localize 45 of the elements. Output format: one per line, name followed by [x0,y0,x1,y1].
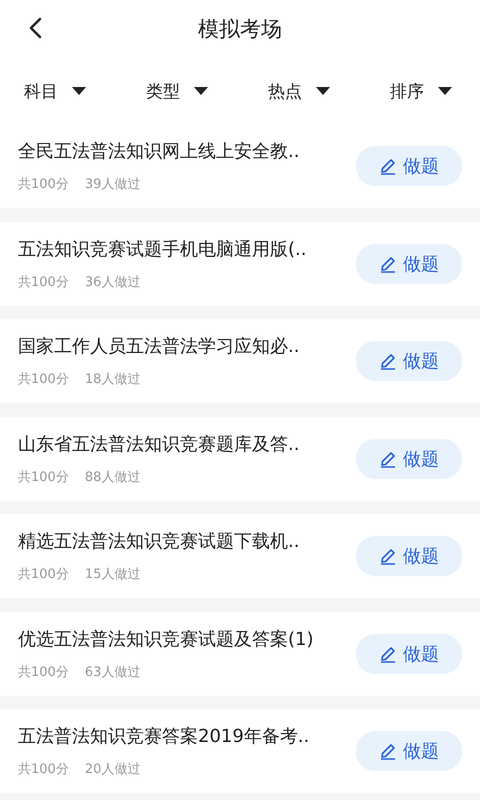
do-exam-button[interactable]: 做题 [356,536,462,576]
taken-count: 88人做过 [84,468,140,486]
do-exam-button[interactable]: 做题 [356,244,462,284]
pencil-icon [379,157,397,175]
total-score: 共100分 [18,176,69,193]
pencil-icon [379,352,397,370]
total-score: 共100分 [18,566,69,583]
do-exam-button[interactable]: 做题 [356,438,462,478]
page-title: 模拟考场 [198,16,282,43]
filter-dropdown[interactable]: 排序 [390,80,452,102]
do-exam-button[interactable]: 做题 [356,146,462,186]
filter-dropdown[interactable]: 科目 [24,80,86,102]
total-score: 共100分 [18,468,69,486]
pencil-icon [379,254,397,272]
taken-count: 15人做过 [84,566,140,583]
filter-dropdown[interactable]: 热点 [268,80,330,102]
taken-count: 63人做过 [84,664,140,680]
exam-title: 全民五法普法知识网上线上安全教.. [18,140,300,163]
exam-title: 五法普法知识竞赛答案2019年备考.. [18,725,310,748]
dropdown-arrow-icon [194,87,208,95]
exam-title: 精选五法普法知识竞赛试题下载机.. [18,530,300,553]
exam-title: 山东省五法普法知识竞赛题库及答.. [18,432,300,456]
total-score: 共100分 [18,371,69,388]
exam-title: 五法知识竞赛试题手机电脑通用版(.. [18,238,306,260]
total-score: 共100分 [18,664,69,680]
do-exam-button[interactable]: 做题 [356,634,462,674]
total-score: 共100分 [18,274,69,290]
dropdown-arrow-icon [438,87,452,95]
taken-count: 36人做过 [84,274,140,290]
exam-title: 国家工作人员五法普法学习应知必.. [18,335,300,358]
pencil-icon [379,547,397,565]
dropdown-arrow-icon [72,87,86,95]
pencil-icon [379,742,397,760]
filter-dropdown[interactable]: 类型 [146,80,208,102]
dropdown-arrow-icon [316,87,330,95]
exam-title: 优选五法普法知识竞赛试题及答案(1) [18,628,314,650]
taken-count: 20人做过 [84,761,140,778]
total-score: 共100分 [18,761,69,778]
taken-count: 39人做过 [84,176,140,193]
do-exam-button[interactable]: 做题 [356,731,462,771]
pencil-icon [379,450,397,468]
back-icon[interactable] [28,17,42,39]
taken-count: 18人做过 [84,371,140,388]
do-exam-button[interactable]: 做题 [356,341,462,381]
pencil-icon [379,644,397,662]
